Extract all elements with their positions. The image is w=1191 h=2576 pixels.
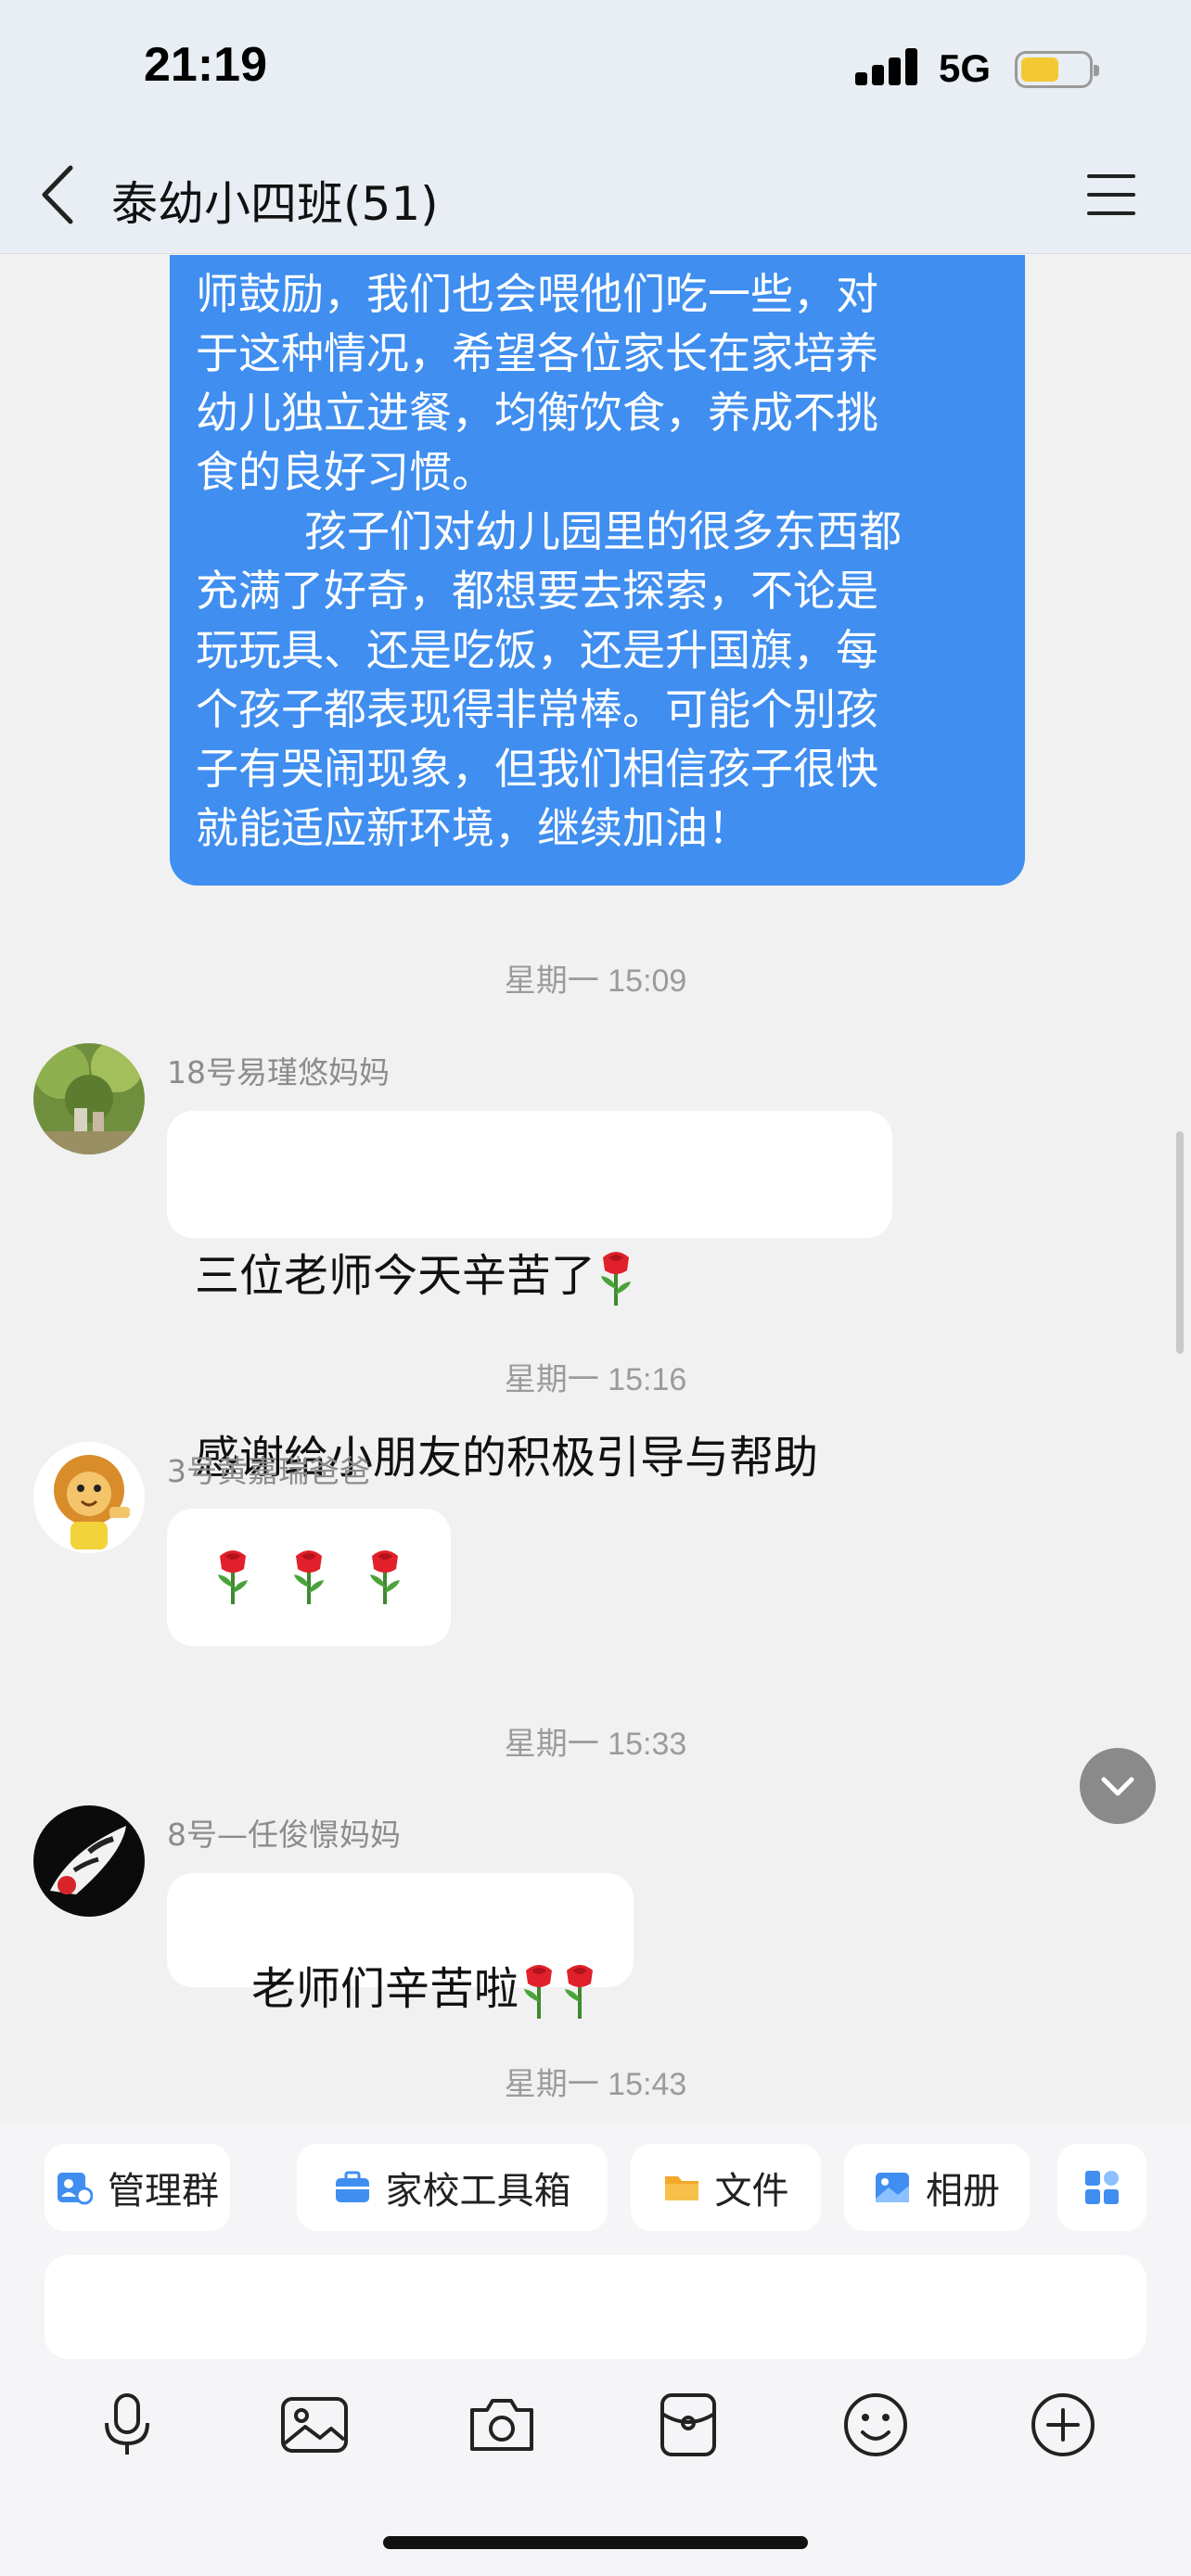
teacher-message-text: 师鼓励，我们也会喂他们吃一些，对 于这种情况，希望各位家长在家培养 幼儿独立进餐…: [196, 269, 902, 853]
message-text: 三位老师今天辛苦了: [195, 1250, 596, 1302]
message-timestamp: 星期一 15:16: [504, 1362, 687, 1397]
quick-tools-bar: 管理群 家校工具箱 文件 相册: [0, 2123, 1191, 2235]
message-bubble[interactable]: 老师们辛苦啦: [167, 1873, 634, 2019]
scroll-to-bottom-button[interactable]: [1080, 1748, 1156, 1824]
microphone-icon[interactable]: [90, 2388, 164, 2462]
sender-name: 3号黄嘉瑞爸爸: [167, 1453, 370, 1489]
back-button[interactable]: [37, 162, 83, 227]
scrollbar[interactable]: [1176, 1131, 1184, 1354]
tool-home-school-toolbox[interactable]: 家校工具箱: [297, 2144, 608, 2231]
rose-emoji-icon: [294, 1550, 324, 1604]
tool-album[interactable]: 相册: [844, 2144, 1030, 2231]
album-icon: [876, 2173, 909, 2202]
menu-button[interactable]: [1083, 167, 1139, 223]
menu-icon: [1087, 174, 1135, 178]
message-timestamp: 星期一 15:33: [504, 1727, 687, 1762]
rose-emoji-icon: [370, 1550, 400, 1604]
folder-icon: [664, 2176, 698, 2200]
avatar[interactable]: [33, 1805, 145, 1917]
avatar[interactable]: [33, 1442, 145, 1553]
chevron-left-icon: [42, 165, 73, 224]
battery-icon: [1015, 51, 1099, 88]
tool-label: 管理群: [108, 2170, 219, 2213]
status-bar: 21:19 5G: [0, 0, 1191, 139]
message-bubble[interactable]: 三位老师今天辛苦了 感谢给小朋友的积极引导与帮助: [167, 1111, 892, 1484]
message-bubble[interactable]: [167, 1509, 451, 1646]
toolbox-icon: [335, 2171, 369, 2202]
battery-fill: [1021, 57, 1058, 82]
chat-area[interactable]: 师鼓励，我们也会喂他们吃一些，对 于这种情况，希望各位家长在家培养 幼儿独立进餐…: [0, 255, 1191, 2123]
input-area: [0, 2235, 1191, 2576]
chevron-down-icon: [1101, 1777, 1134, 1796]
image-icon[interactable]: [277, 2388, 352, 2462]
signal-icon: [855, 48, 920, 85]
rose-emoji-icon: [565, 1965, 594, 2019]
rose-emoji-icon: [601, 1252, 632, 1306]
tool-more-apps[interactable]: [1057, 2144, 1146, 2231]
tool-label: 相册: [926, 2170, 1000, 2213]
apps-icon: [1085, 2171, 1119, 2204]
tool-files[interactable]: 文件: [631, 2144, 821, 2231]
home-indicator[interactable]: [383, 2536, 808, 2549]
rose-emoji-icon: [524, 1965, 553, 2019]
plus-icon[interactable]: [1026, 2388, 1100, 2462]
tool-label: 家校工具箱: [385, 2170, 571, 2213]
avatar[interactable]: [33, 1043, 145, 1154]
rose-emoji-icon: [218, 1550, 248, 1604]
message-input[interactable]: [45, 2255, 1146, 2359]
tool-label: 文件: [714, 2170, 789, 2213]
emoji-icon[interactable]: [839, 2388, 913, 2462]
sender-name: 8号—任俊憬妈妈: [167, 1817, 401, 1853]
group-admin-icon: [58, 2173, 93, 2205]
status-time: 21:19: [144, 38, 267, 92]
chat-header: 泰幼小四班(51): [0, 139, 1191, 254]
network-type: 5G: [939, 46, 992, 90]
sender-name: 18号易瑾悠妈妈: [167, 1054, 390, 1090]
camera-icon[interactable]: [465, 2388, 539, 2462]
red-packet-icon[interactable]: [651, 2388, 725, 2462]
message-line: 三位老师今天辛苦了: [195, 1246, 864, 1309]
message-text: 老师们辛苦啦: [251, 1963, 519, 2015]
chat-title: 泰幼小四班(51): [111, 177, 439, 231]
tool-manage-group[interactable]: 管理群: [45, 2144, 230, 2231]
message-timestamp: 星期一 15:09: [504, 963, 687, 999]
message-timestamp: 星期一 15:43: [504, 2067, 687, 2102]
teacher-message-bubble[interactable]: 师鼓励，我们也会喂他们吃一些，对 于这种情况，希望各位家长在家培养 幼儿独立进餐…: [170, 255, 1025, 886]
